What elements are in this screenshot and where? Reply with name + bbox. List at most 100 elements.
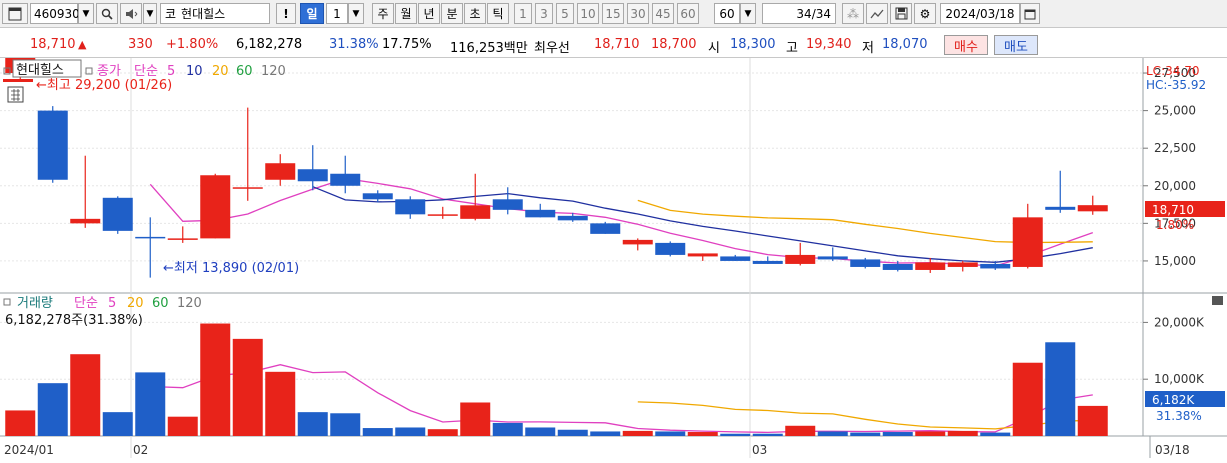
trade-amount: 116,253백만 bbox=[450, 41, 528, 56]
legend-ma20: 20 bbox=[212, 64, 229, 79]
volume-bar bbox=[817, 431, 848, 436]
volume-bar bbox=[297, 412, 328, 436]
tab-day[interactable]: 일 bbox=[300, 3, 324, 24]
speaker-icon[interactable] bbox=[120, 3, 142, 24]
lc-value: LC:34.70 bbox=[1146, 64, 1199, 78]
x-label-jan: 2024/01 bbox=[4, 443, 54, 457]
current-price: 18,710 bbox=[30, 37, 76, 52]
tab-period-4[interactable]: 초 bbox=[464, 3, 486, 24]
candle-body bbox=[37, 110, 68, 180]
legend-ma-label: 단순 bbox=[134, 64, 158, 79]
vol-tick-label: 10,000K bbox=[1154, 372, 1205, 386]
sell-button[interactable]: 매도 bbox=[994, 35, 1038, 55]
calendar-icon[interactable] bbox=[1020, 3, 1040, 24]
alert-button[interactable]: ! bbox=[276, 3, 296, 24]
volume-bar bbox=[850, 432, 881, 436]
volume-bar bbox=[752, 433, 783, 436]
candle-body bbox=[785, 254, 816, 264]
vol-tag-pct: 31.38% bbox=[1156, 409, 1202, 423]
candle-body bbox=[167, 238, 198, 240]
candle-body bbox=[395, 199, 426, 215]
candle-body bbox=[590, 223, 621, 234]
volume-bar bbox=[590, 431, 621, 436]
code-dropdown-icon[interactable]: ▼ bbox=[78, 3, 94, 24]
volume-bar bbox=[200, 323, 231, 436]
minute-button-10[interactable]: 10 bbox=[577, 3, 599, 24]
vol-legend-ma-label: 단순 bbox=[74, 296, 98, 311]
price-change-pct: +1.80% bbox=[166, 37, 219, 52]
candle-body bbox=[817, 256, 848, 260]
minute-select[interactable]: 60 bbox=[714, 3, 740, 24]
tab-period-5[interactable]: 틱 bbox=[487, 3, 509, 24]
volume-bar bbox=[427, 429, 458, 436]
tab-period-3[interactable]: 분 bbox=[441, 3, 463, 24]
minute-button-30[interactable]: 30 bbox=[627, 3, 649, 24]
tab-period-1[interactable]: 월 bbox=[395, 3, 417, 24]
save-icon[interactable] bbox=[890, 3, 912, 24]
volume-bar bbox=[622, 430, 653, 436]
volume-bar bbox=[882, 432, 913, 436]
link-icon[interactable]: ⁂ bbox=[842, 3, 864, 24]
vol-legend-ma20: 20 bbox=[127, 296, 144, 311]
volume-bar bbox=[362, 428, 393, 436]
candle-body bbox=[232, 187, 263, 189]
date-input[interactable]: 2024/03/18 bbox=[940, 3, 1020, 24]
volume-bar bbox=[1012, 362, 1043, 436]
minute-button-45[interactable]: 45 bbox=[652, 3, 674, 24]
minute-dropdown-icon[interactable]: ▼ bbox=[740, 3, 756, 24]
window-icon[interactable] bbox=[2, 3, 28, 24]
volume-bar bbox=[655, 431, 686, 436]
stock-name-field[interactable]: 코 현대힐스 bbox=[160, 3, 270, 24]
search-icon[interactable] bbox=[96, 3, 118, 24]
period-dropdown-icon[interactable]: ▼ bbox=[348, 3, 364, 24]
volume-bar bbox=[1077, 405, 1108, 436]
turnover-ratio: 17.75% bbox=[382, 37, 432, 52]
buy-button[interactable]: 매수 bbox=[944, 35, 988, 55]
minute-button-15[interactable]: 15 bbox=[602, 3, 624, 24]
volume-bar bbox=[265, 371, 296, 436]
gear-icon[interactable]: ⚙ bbox=[914, 3, 936, 24]
price-tick-label: 25,000 bbox=[1154, 104, 1196, 118]
price-tick-label: 22,500 bbox=[1154, 141, 1196, 155]
volume-bar bbox=[5, 410, 36, 436]
x-label-feb: 02 bbox=[133, 443, 148, 457]
stock-chart[interactable]: 27,50025,00022,50020,00017,50015,00020,0… bbox=[0, 58, 1227, 463]
candle-body bbox=[102, 197, 133, 231]
volume-bar bbox=[687, 432, 718, 436]
candle-body bbox=[265, 163, 296, 180]
tab-period-2[interactable]: 년 bbox=[418, 3, 440, 24]
count-value: 34 bbox=[796, 6, 812, 21]
minute-button-1[interactable]: 1 bbox=[514, 3, 532, 24]
tab-period-0[interactable]: 주 bbox=[372, 3, 394, 24]
volume-bar bbox=[1045, 342, 1076, 436]
pane-maximize-icon[interactable] bbox=[1212, 296, 1223, 305]
volume-value: 6,182,278 bbox=[236, 37, 303, 52]
vol-legend-label: 거래량 bbox=[17, 296, 53, 311]
volume-bar bbox=[525, 427, 556, 436]
trend-icon[interactable] bbox=[866, 3, 888, 24]
minute-button-3[interactable]: 3 bbox=[535, 3, 553, 24]
period-num-input[interactable]: 1 bbox=[326, 3, 348, 24]
vol-legend-ma120: 120 bbox=[177, 296, 202, 311]
legend-ma120: 120 bbox=[261, 64, 286, 79]
vol-legend-ma5: 5 bbox=[108, 296, 116, 311]
price-tag-text: 18,710 bbox=[1152, 203, 1194, 217]
candle-body bbox=[1045, 206, 1076, 210]
minute-button-5[interactable]: 5 bbox=[556, 3, 574, 24]
legend-ma60: 60 bbox=[236, 64, 253, 79]
candle-body bbox=[915, 262, 946, 270]
best-quote-label: 최우선 bbox=[534, 41, 570, 56]
bid-price: 18,700 bbox=[651, 37, 697, 52]
grid-toggle-icon[interactable] bbox=[7, 86, 24, 103]
count-field[interactable]: 34/34 bbox=[762, 3, 836, 24]
candle-body bbox=[1012, 217, 1043, 267]
speaker-dropdown-icon[interactable]: ▼ bbox=[143, 3, 157, 24]
vol-tick-label: 20,000K bbox=[1154, 315, 1205, 329]
low-price: 18,070 bbox=[882, 37, 928, 52]
volume-bar bbox=[947, 430, 978, 436]
candle-body bbox=[557, 215, 588, 221]
minute-button-60[interactable]: 60 bbox=[677, 3, 699, 24]
candle-body bbox=[850, 259, 881, 267]
stock-code-input[interactable]: 460930 bbox=[30, 3, 80, 24]
candle-body bbox=[655, 242, 686, 255]
